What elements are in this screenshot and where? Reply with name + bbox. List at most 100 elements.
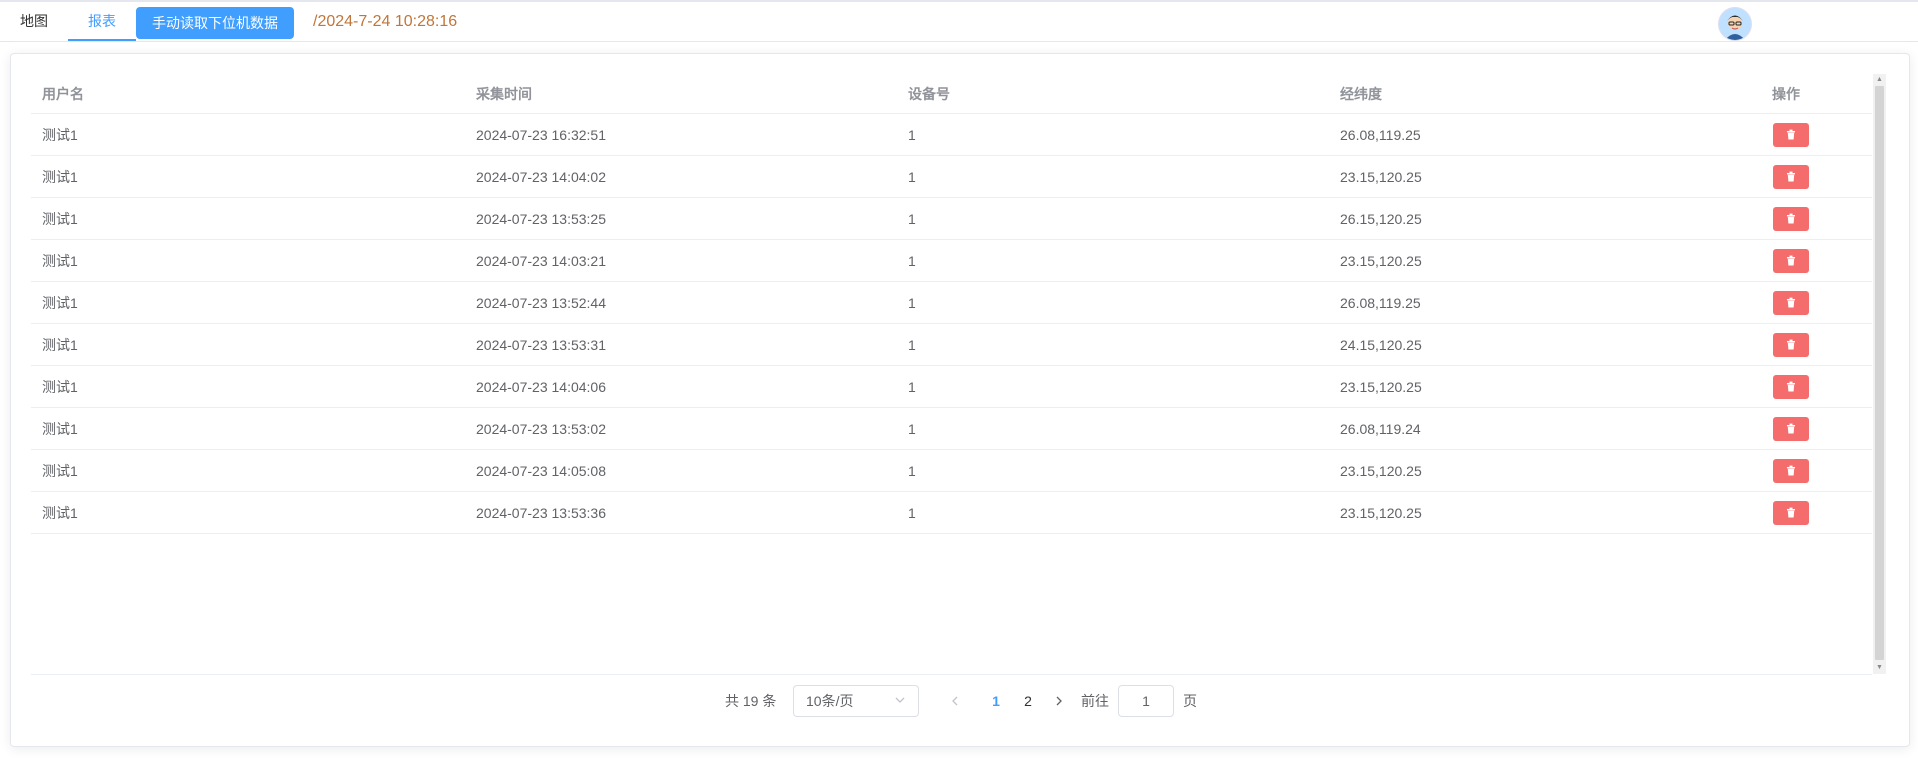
column-header-action: 操作 <box>1772 86 1800 102</box>
cell-time: 2024-07-23 13:53:31 <box>476 337 606 353</box>
cell-device: 1 <box>908 127 916 143</box>
cell-user: 测试1 <box>42 211 78 227</box>
trash-icon <box>1787 213 1795 224</box>
delete-button[interactable] <box>1773 123 1809 147</box>
cell-user: 测试1 <box>42 169 78 185</box>
manual-read-button[interactable]: 手动读取下位机数据 <box>136 7 294 39</box>
cell-user: 测试1 <box>42 505 78 521</box>
scrollbar-thumb[interactable] <box>1875 86 1884 660</box>
cell-coords: 23.15,120.25 <box>1340 463 1422 479</box>
trash-icon <box>1787 171 1795 182</box>
cell-coords: 23.15,120.25 <box>1340 253 1422 269</box>
cell-device: 1 <box>908 337 916 353</box>
delete-button[interactable] <box>1773 333 1809 357</box>
avatar-image <box>1719 8 1751 40</box>
cell-user: 测试1 <box>42 295 78 311</box>
cell-device: 1 <box>908 295 916 311</box>
tab-report[interactable]: 报表 <box>68 2 136 41</box>
page-size-select[interactable]: 10条/页 <box>793 685 919 717</box>
pagination-total: 共 19 条 <box>725 693 777 709</box>
cell-time: 2024-07-23 14:05:08 <box>476 463 606 479</box>
delete-button[interactable] <box>1773 375 1809 399</box>
cell-user: 测试1 <box>42 253 78 269</box>
cell-coords: 26.15,120.25 <box>1340 211 1422 227</box>
table-row: 测试1 2024-07-23 14:03:21 1 23.15,120.25 <box>31 240 1872 282</box>
cell-device: 1 <box>908 253 916 269</box>
trash-icon <box>1787 423 1795 434</box>
goto-label: 前往 <box>1081 693 1109 709</box>
table-row: 测试1 2024-07-23 13:52:44 1 26.08,119.25 <box>31 282 1872 324</box>
cell-coords: 26.08,119.25 <box>1340 295 1421 311</box>
table-row: 测试1 2024-07-23 13:53:36 1 23.15,120.25 <box>31 492 1872 534</box>
cell-coords: 24.15,120.25 <box>1340 337 1422 353</box>
cell-time: 2024-07-23 14:04:02 <box>476 169 606 185</box>
cell-device: 1 <box>908 463 916 479</box>
trash-icon <box>1787 297 1795 308</box>
cell-user: 测试1 <box>42 337 78 353</box>
data-table: 用户名 采集时间 设备号 经纬度 操作 测试1 2024-07-23 16:32:… <box>31 74 1883 675</box>
cell-time: 2024-07-23 13:53:25 <box>476 211 606 227</box>
next-page-button[interactable] <box>1049 685 1069 729</box>
cell-time: 2024-07-23 16:32:51 <box>476 127 606 143</box>
goto-page-input[interactable] <box>1118 685 1174 717</box>
cell-coords: 23.15,120.25 <box>1340 505 1422 521</box>
pagination: 共 19 条 10条/页 1 2 前往 页 <box>11 685 1909 717</box>
delete-button[interactable] <box>1773 417 1809 441</box>
column-header-device: 设备号 <box>908 86 950 102</box>
cell-coords: 26.08,119.24 <box>1340 421 1421 437</box>
trash-icon <box>1787 129 1795 140</box>
page-number-2[interactable]: 2 <box>1015 685 1041 717</box>
table-row: 测试1 2024-07-23 16:32:51 1 26.08,119.25 <box>31 114 1872 156</box>
delete-button[interactable] <box>1773 291 1809 315</box>
tab-map[interactable]: 地图 <box>0 2 68 41</box>
page-size-value: 10条/页 <box>806 693 854 709</box>
report-card: 用户名 采集时间 设备号 经纬度 操作 测试1 2024-07-23 16:32:… <box>10 53 1910 747</box>
top-nav-bar: 地图 报表 手动读取下位机数据 /2024-7-24 10:28:16 <box>0 0 1918 42</box>
cell-user: 测试1 <box>42 127 78 143</box>
table-row: 测试1 2024-07-23 13:53:31 1 24.15,120.25 <box>31 324 1872 366</box>
cell-device: 1 <box>908 211 916 227</box>
cell-coords: 23.15,120.25 <box>1340 169 1422 185</box>
delete-button[interactable] <box>1773 165 1809 189</box>
chevron-right-icon <box>1056 696 1062 706</box>
column-header-user: 用户名 <box>42 86 84 102</box>
table-row: 测试1 2024-07-23 14:04:02 1 23.15,120.25 <box>31 156 1872 198</box>
page-suffix-label: 页 <box>1183 693 1197 709</box>
prev-page-button[interactable] <box>945 685 965 729</box>
table-row: 测试1 2024-07-23 14:04:06 1 23.15,120.25 <box>31 366 1872 408</box>
table-header: 用户名 采集时间 设备号 经纬度 操作 <box>31 74 1872 114</box>
trash-icon <box>1787 381 1795 392</box>
cell-coords: 26.08,119.25 <box>1340 127 1421 143</box>
cell-user: 测试1 <box>42 379 78 395</box>
trash-icon <box>1787 507 1795 518</box>
cell-device: 1 <box>908 505 916 521</box>
current-datetime: /2024-7-24 10:28:16 <box>313 13 458 30</box>
chevron-left-icon <box>952 696 958 706</box>
scroll-up-arrow-icon[interactable]: ▲ <box>1873 74 1886 86</box>
cell-user: 测试1 <box>42 421 78 437</box>
trash-icon <box>1787 339 1795 350</box>
table-scrollbar[interactable]: ▲ ▼ <box>1873 74 1886 674</box>
cell-time: 2024-07-23 13:53:02 <box>476 421 606 437</box>
avatar[interactable] <box>1718 7 1752 41</box>
delete-button[interactable] <box>1773 249 1809 273</box>
column-header-time: 采集时间 <box>476 86 532 102</box>
cell-user: 测试1 <box>42 463 78 479</box>
cell-time: 2024-07-23 13:52:44 <box>476 295 606 311</box>
table-bottom-border <box>31 674 1872 675</box>
table-row: 测试1 2024-07-23 14:05:08 1 23.15,120.25 <box>31 450 1872 492</box>
table-row: 测试1 2024-07-23 13:53:02 1 26.08,119.24 <box>31 408 1872 450</box>
trash-icon <box>1787 255 1795 266</box>
trash-icon <box>1787 465 1795 476</box>
delete-button[interactable] <box>1773 207 1809 231</box>
column-header-coords: 经纬度 <box>1340 86 1382 102</box>
scroll-down-arrow-icon[interactable]: ▼ <box>1873 662 1886 674</box>
table-row: 测试1 2024-07-23 13:53:25 1 26.15,120.25 <box>31 198 1872 240</box>
cell-time: 2024-07-23 14:04:06 <box>476 379 606 395</box>
cell-device: 1 <box>908 169 916 185</box>
page-number-1[interactable]: 1 <box>983 685 1009 717</box>
delete-button[interactable] <box>1773 459 1809 483</box>
chevron-down-icon <box>894 686 906 727</box>
delete-button[interactable] <box>1773 501 1809 525</box>
cell-device: 1 <box>908 421 916 437</box>
